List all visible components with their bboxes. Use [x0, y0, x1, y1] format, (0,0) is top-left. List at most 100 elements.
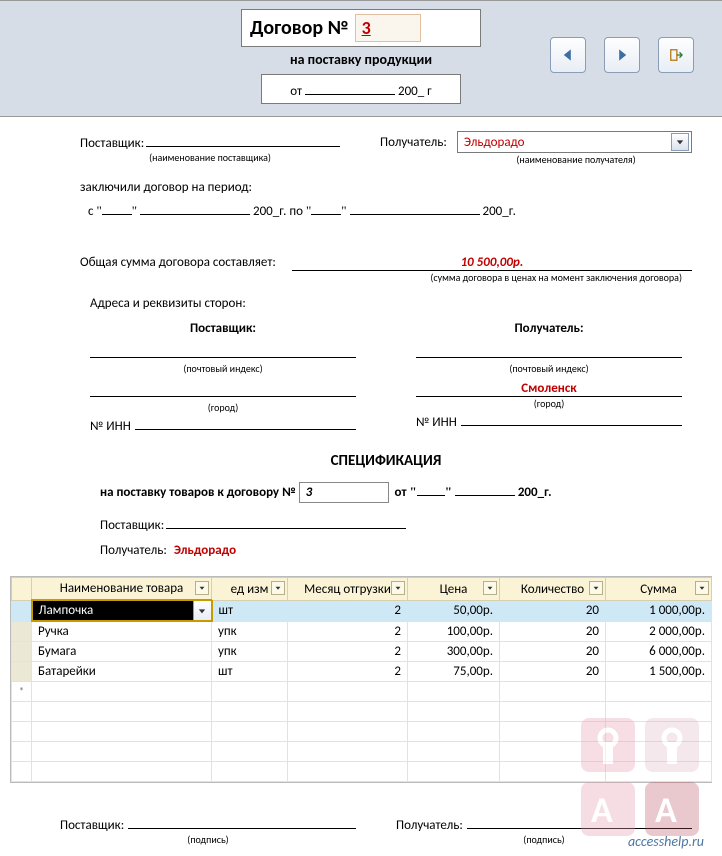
period-from-day[interactable]	[102, 199, 132, 215]
table-row[interactable]: Батарейкишт275,00р.201 500,00р.	[12, 662, 712, 682]
period-from-label: с	[88, 204, 94, 219]
cell-name[interactable]: Лампочка	[32, 600, 212, 621]
empty-row	[12, 762, 712, 782]
cell-month[interactable]: 2	[288, 662, 408, 682]
footer-supplier-sign[interactable]	[128, 813, 356, 829]
table-row[interactable]: Бумагаупк2300,00р.206 000,00р.	[12, 642, 712, 662]
col-name[interactable]: Наименование товара	[32, 578, 212, 601]
cell-price[interactable]: 50,00р.	[408, 600, 500, 621]
table-row[interactable]: Лампочкашт250,00р.201 000,00р.	[12, 600, 712, 621]
empty-cell[interactable]	[288, 682, 408, 702]
cell-sum[interactable]: 1 500,00р.	[606, 662, 712, 682]
select-all-cell[interactable]	[12, 578, 32, 601]
empty-cell	[288, 742, 408, 762]
contract-title-label: Договор №	[250, 16, 349, 40]
row-selector[interactable]	[12, 600, 32, 621]
spec-supplier-value[interactable]	[166, 513, 406, 529]
period-to-day[interactable]	[311, 199, 341, 215]
col-month[interactable]: Месяц отгрузки	[288, 578, 408, 601]
addr-supplier-header: Поставщик:	[90, 321, 356, 336]
col-unit-label: ед изм	[231, 582, 269, 597]
chevron-down-icon[interactable]	[271, 581, 285, 595]
table-row[interactable]: Ручкаупк2100,00р.202 000,00р.	[12, 621, 712, 642]
empty-cell	[408, 702, 500, 722]
cell-month[interactable]: 2	[288, 621, 408, 642]
empty-cell[interactable]	[606, 682, 712, 702]
period-from-month[interactable]	[140, 199, 250, 215]
nav-next-button[interactable]	[604, 37, 640, 73]
period-to-month[interactable]	[350, 199, 480, 215]
chevron-down-icon[interactable]	[391, 581, 405, 595]
empty-cell	[606, 762, 712, 782]
supplier-name-field[interactable]	[146, 131, 340, 147]
empty-row	[12, 702, 712, 722]
col-sum[interactable]: Сумма	[606, 578, 712, 601]
chevron-down-icon[interactable]	[483, 581, 497, 595]
chevron-down-icon[interactable]	[695, 581, 709, 595]
addr-recipient-post[interactable]	[416, 336, 682, 358]
cell-unit[interactable]: упк	[212, 642, 288, 662]
cell-month[interactable]: 2	[288, 642, 408, 662]
addr-supplier-inn[interactable]	[135, 414, 356, 430]
row-selector[interactable]	[12, 662, 32, 682]
empty-cell	[32, 742, 212, 762]
cell-name[interactable]: Ручка	[32, 621, 212, 642]
empty-cell	[408, 742, 500, 762]
cell-qty[interactable]: 20	[500, 600, 606, 621]
new-row-marker[interactable]: *	[12, 682, 32, 702]
empty-cell[interactable]	[212, 682, 288, 702]
col-unit[interactable]: ед изм	[212, 578, 288, 601]
empty-cell[interactable]	[32, 682, 212, 702]
cell-unit[interactable]: шт	[212, 662, 288, 682]
period-block: заключили договор на период: с "" 200_г.…	[80, 180, 692, 219]
cell-price[interactable]: 300,00р.	[408, 642, 500, 662]
spec-date-month[interactable]	[455, 480, 515, 496]
cell-price[interactable]: 100,00р.	[408, 621, 500, 642]
footer-recipient-sign[interactable]	[467, 813, 692, 829]
cell-sum[interactable]: 6 000,00р.	[606, 642, 712, 662]
cell-qty[interactable]: 20	[500, 621, 606, 642]
cell-name[interactable]: Бумага	[32, 642, 212, 662]
footer-recipient-label: Получатель:	[396, 818, 463, 833]
col-name-label: Наименование товара	[60, 581, 184, 596]
spec-title: СПЕЦИФИКАЦИЯ	[80, 452, 692, 470]
spec-date-day[interactable]	[417, 480, 445, 496]
recipient-dropdown[interactable]: Эльдорадо	[457, 131, 692, 153]
empty-cell[interactable]	[408, 682, 500, 702]
row-selector[interactable]	[12, 642, 32, 662]
form-header: Договор № 3 на поставку продукции от 200…	[0, 0, 722, 117]
chevron-down-icon[interactable]	[193, 601, 211, 620]
recipient-caption: (наименование получателя)	[460, 153, 692, 166]
total-row: Общая сумма договора составляет: 10 500,…	[80, 255, 692, 284]
supplier-label: Поставщик:	[80, 136, 144, 151]
date-value-line[interactable]	[305, 79, 395, 95]
cell-sum[interactable]: 2 000,00р.	[606, 621, 712, 642]
cell-unit[interactable]: упк	[212, 621, 288, 642]
row-selector	[12, 762, 32, 782]
addr-recipient-city-caption: (город)	[416, 397, 682, 410]
period-to-label: по	[289, 204, 303, 219]
exit-button[interactable]	[658, 37, 694, 73]
empty-cell[interactable]	[500, 682, 606, 702]
cell-qty[interactable]: 20	[500, 642, 606, 662]
col-qty[interactable]: Количество	[500, 578, 606, 601]
cell-name[interactable]: Батарейки	[32, 662, 212, 682]
new-row[interactable]: *	[12, 682, 712, 702]
addr-supplier-post[interactable]	[90, 336, 356, 358]
cell-qty[interactable]: 20	[500, 662, 606, 682]
col-price[interactable]: Цена	[408, 578, 500, 601]
row-selector[interactable]	[12, 621, 32, 642]
addr-recipient-city[interactable]: Смоленск	[416, 375, 682, 397]
contract-number-field[interactable]: 3	[355, 14, 421, 42]
cell-sum[interactable]: 1 000,00р.	[606, 600, 712, 621]
nav-prev-button[interactable]	[550, 37, 586, 73]
addr-supplier-city[interactable]	[90, 375, 356, 397]
addr-recipient-inn[interactable]	[461, 410, 682, 426]
chevron-down-icon[interactable]	[589, 581, 603, 595]
empty-cell	[500, 702, 606, 722]
spec-number-field[interactable]: 3	[299, 482, 389, 503]
cell-unit[interactable]: шт	[212, 600, 288, 621]
cell-price[interactable]: 75,00р.	[408, 662, 500, 682]
chevron-down-icon[interactable]	[195, 581, 209, 595]
cell-month[interactable]: 2	[288, 600, 408, 621]
